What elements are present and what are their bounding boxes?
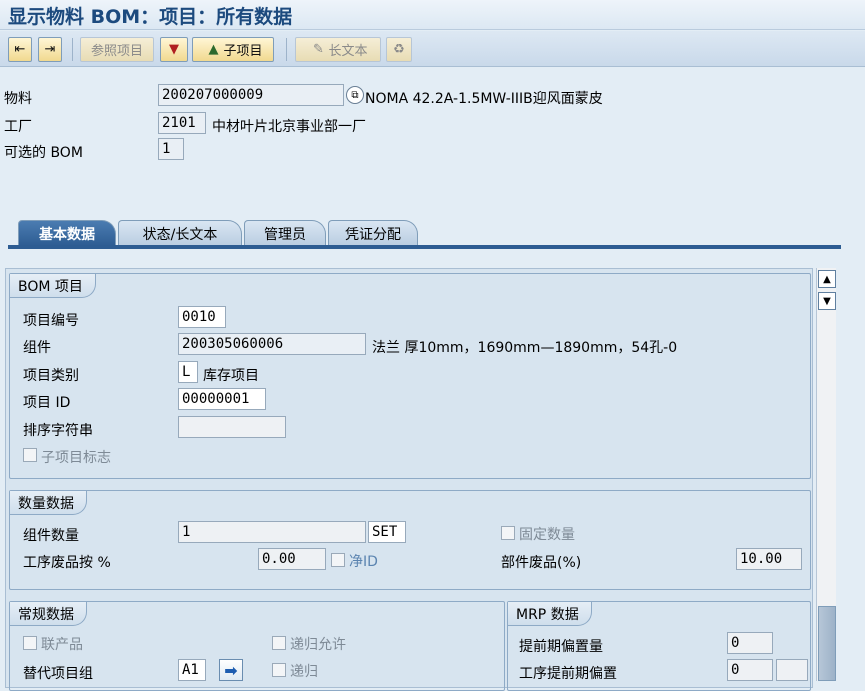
sort-string-label: 排序字符串 [23, 423, 93, 439]
tab-strip-line [8, 245, 841, 249]
item-id-label: 项目 ID [23, 395, 71, 411]
ink-pad-icon: ▼ [169, 42, 179, 57]
component-scrap-label: 部件废品(%) [501, 555, 582, 571]
recursive-label: 递归 [290, 664, 318, 680]
quantity-data-group: 数量数据 组件数量 1 SET 固定数量 工序废品按 % 0.00 净ID 部件… [9, 490, 811, 590]
net-id-label: 净ID [349, 554, 378, 570]
operation-lead-time-offset-label: 工序提前期偏置 [519, 666, 617, 682]
plant-field[interactable]: 2101 [158, 112, 206, 134]
group-title: BOM 项目 [10, 274, 96, 298]
plant-description: 中材叶片北京事业部一厂 [212, 119, 366, 135]
mountain-icon: ▲ [208, 42, 219, 57]
plant-label: 工厂 [4, 119, 32, 135]
bom-item-group: BOM 项目 项目编号 0010 组件 200305060006 法兰 厚10m… [9, 273, 811, 479]
item-category-description: 库存项目 [203, 368, 259, 384]
caret-up-icon: ▲ [823, 273, 831, 285]
subitem-flag-label: 子项目标志 [41, 450, 111, 466]
alt-bom-label: 可选的 BOM [4, 145, 83, 161]
item-category-label: 项目类别 [23, 368, 79, 384]
recursive-checkbox[interactable] [272, 663, 286, 677]
application-toolbar: ⇤ ⇥ 参照项目 ▼ ▲ 子项目 ✎ 长文本 ♻ [0, 31, 865, 67]
component-field[interactable]: 200305060006 [178, 333, 366, 355]
item-number-field[interactable]: 0010 [178, 306, 226, 328]
subitem-button[interactable]: ▲ 子项目 [192, 37, 274, 62]
tab-label: 凭证分配 [345, 226, 401, 243]
sort-string-field[interactable] [178, 416, 286, 438]
component-scrap-field[interactable]: 10.00 [736, 548, 802, 570]
scroll-thumb[interactable] [818, 606, 836, 681]
long-text-button[interactable]: ✎ 长文本 [295, 37, 381, 62]
window-title: 显示物料 BOM：项目：所有数据 [8, 6, 293, 28]
next-item-button[interactable]: ⇥ [38, 37, 62, 62]
component-label: 组件 [23, 340, 51, 356]
alt-group-detail-button[interactable]: ➡ [219, 659, 243, 681]
alt-bom-field[interactable]: 1 [158, 138, 184, 160]
edit-pencil-icon: ✎ [313, 42, 324, 57]
unit-field[interactable]: SET [368, 521, 406, 543]
operation-lead-time-unit-field[interactable] [776, 659, 808, 681]
lead-time-offset-field[interactable]: 0 [727, 632, 773, 654]
tab-administration[interactable]: 管理员 [244, 220, 326, 246]
long-text-label: 长文本 [328, 44, 368, 59]
previous-item-button[interactable]: ⇤ [8, 37, 32, 62]
tab-status-long-text[interactable]: 状态/长文本 [118, 220, 242, 246]
scroll-down-button[interactable]: ▼ [818, 292, 836, 310]
subitem-flag-checkbox[interactable] [23, 448, 37, 462]
ink-pad-button[interactable]: ▼ [160, 37, 188, 62]
material-label: 物料 [4, 91, 32, 107]
recursive-allowed-label: 递归允许 [290, 637, 346, 653]
mrp-data-group: MRP 数据 提前期偏置量 0 工序提前期偏置 0 [507, 601, 811, 691]
recursive-allowed-checkbox[interactable] [272, 636, 286, 650]
tab-basic-data[interactable]: 基本数据 [18, 220, 116, 246]
match-code-picker[interactable]: ⧉ [346, 86, 364, 104]
subitem-label: 子项目 [223, 44, 263, 59]
reference-item-label: 参照项目 [90, 44, 143, 59]
alt-item-group-field[interactable]: A1 [178, 659, 206, 681]
toolbar-separator [72, 38, 73, 61]
component-quantity-label: 组件数量 [23, 528, 79, 544]
item-category-field[interactable]: L [178, 361, 198, 383]
co-product-checkbox[interactable] [23, 636, 37, 650]
recycle-button[interactable]: ♻ [386, 37, 412, 62]
net-id-checkbox[interactable] [331, 553, 345, 567]
component-description: 法兰 厚10mm，1690mm—1890mm，54孔-0 [372, 340, 678, 356]
tab-document-assignment[interactable]: 凭证分配 [328, 220, 418, 246]
item-number-label: 项目编号 [23, 313, 79, 329]
material-description: NOMA 42.2A-1.5MW-IIIB迎风面蒙皮 [365, 91, 603, 107]
operation-scrap-field[interactable]: 0.00 [258, 548, 326, 570]
tab-label: 状态/长文本 [142, 226, 218, 243]
material-field[interactable]: 200207000009 [158, 84, 344, 106]
title-bar: 显示物料 BOM：项目：所有数据 [0, 0, 865, 30]
general-data-group: 常规数据 联产品 递归允许 替代项目组 A1 ➡ 递归 [9, 601, 505, 691]
lead-time-offset-label: 提前期偏置量 [519, 639, 603, 655]
group-title: 常规数据 [10, 602, 87, 626]
recycle-icon: ♻ [393, 42, 405, 57]
picker-icon: ⧉ [351, 89, 359, 101]
operation-lead-time-offset-field[interactable]: 0 [727, 659, 773, 681]
reference-item-button[interactable]: 参照项目 [80, 37, 154, 62]
group-title: MRP 数据 [508, 602, 592, 626]
fixed-quantity-label: 固定数量 [519, 527, 575, 543]
tab-label: 管理员 [264, 226, 306, 243]
page-prev-icon: ⇤ [14, 42, 26, 57]
group-title: 数量数据 [10, 491, 87, 515]
arrow-right-icon: ➡ [224, 660, 238, 680]
co-product-label: 联产品 [41, 637, 83, 653]
item-id-field[interactable]: 00000001 [178, 388, 266, 410]
operation-scrap-label: 工序废品按 % [23, 555, 111, 571]
component-quantity-field[interactable]: 1 [178, 521, 366, 543]
vertical-scrollbar[interactable]: ▲ ▼ [816, 268, 836, 681]
fixed-quantity-checkbox[interactable] [501, 526, 515, 540]
page-next-icon: ⇥ [44, 42, 56, 57]
tab-label: 基本数据 [39, 226, 95, 243]
caret-down-icon: ▼ [823, 295, 831, 307]
alt-item-group-label: 替代项目组 [23, 666, 93, 682]
scroll-up-button[interactable]: ▲ [818, 270, 836, 288]
toolbar-separator [286, 38, 287, 61]
tab-content-panel: BOM 项目 项目编号 0010 组件 200305060006 法兰 厚10m… [5, 268, 813, 691]
